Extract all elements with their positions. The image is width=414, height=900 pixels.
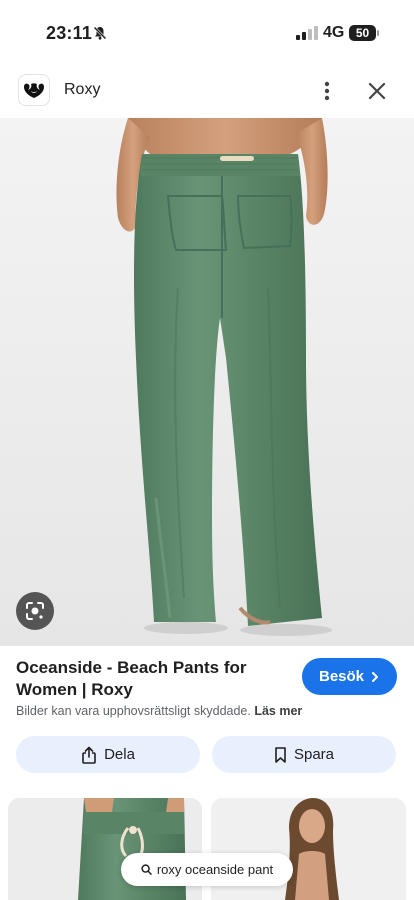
close-button[interactable] xyxy=(362,76,392,106)
share-icon xyxy=(82,746,96,764)
chevron-right-icon xyxy=(372,671,379,682)
battery-icon: 50 xyxy=(349,25,379,41)
lens-button[interactable] xyxy=(16,592,54,630)
roxy-logo-icon xyxy=(18,74,50,106)
bell-slash-icon xyxy=(92,25,108,41)
bookmark-icon xyxy=(275,746,286,763)
copyright-notice: Bilder kan vara upphovsrättsligt skyddad… xyxy=(16,704,302,718)
visit-label: Besök xyxy=(318,668,365,685)
more-options-button[interactable] xyxy=(314,76,340,106)
result-title[interactable]: Oceanside - Beach Pants for Women | Roxy xyxy=(16,657,286,701)
header: Roxy xyxy=(0,64,414,118)
search-suggestion-chip[interactable]: roxy oceanside pant xyxy=(121,853,293,886)
more-vert-icon xyxy=(324,81,330,101)
share-button[interactable]: Dela xyxy=(16,736,200,773)
status-time: 23:11 xyxy=(46,23,93,43)
save-label: Spara xyxy=(293,746,335,763)
search-icon xyxy=(141,864,152,875)
search-query: roxy oceanside pant xyxy=(156,862,274,877)
read-more-link[interactable]: Läs mer xyxy=(254,704,302,718)
save-button[interactable]: Spara xyxy=(212,736,396,773)
share-label: Dela xyxy=(104,746,135,763)
product-image[interactable] xyxy=(0,118,414,646)
battery-level: 50 xyxy=(355,26,370,40)
visit-button[interactable]: Besök xyxy=(302,658,397,695)
network-type: 4G xyxy=(323,24,345,41)
site-name[interactable]: Roxy xyxy=(64,81,100,99)
lens-icon xyxy=(26,602,44,620)
signal-icon xyxy=(296,26,318,40)
close-icon xyxy=(368,82,386,100)
status-bar: 23:11 4G 50 xyxy=(0,0,414,64)
copyright-text: Bilder kan vara upphovsrättsligt skyddad… xyxy=(16,704,251,718)
